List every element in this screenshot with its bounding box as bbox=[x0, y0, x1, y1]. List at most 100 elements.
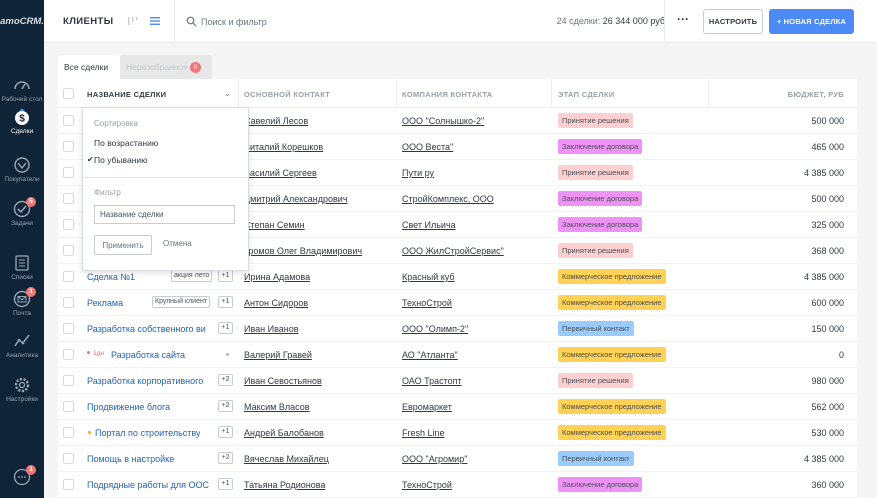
table-row[interactable]: Помощь в настройке +2 Вячеслав Михайлец ООО… bbox=[58, 446, 857, 472]
stage-badge[interactable]: Коммерческое предложение bbox=[558, 269, 666, 284]
company-link[interactable]: Пути ру bbox=[402, 168, 434, 178]
deal-tag[interactable]: Крупный клиент bbox=[152, 296, 211, 308]
company-link[interactable]: ОАО Трастопт bbox=[402, 376, 462, 386]
contact-link[interactable]: Савелий Лесов bbox=[244, 116, 308, 126]
stage-badge[interactable]: Заключение договора bbox=[558, 191, 643, 206]
row-checkbox[interactable] bbox=[63, 167, 74, 178]
stage-badge[interactable]: Принятие решения bbox=[558, 373, 633, 388]
sidebar-item-7[interactable]: Настройки bbox=[0, 376, 44, 404]
more-menu-button[interactable]: ··· bbox=[677, 12, 689, 26]
company-link[interactable]: ООО Веста" bbox=[402, 142, 453, 152]
more-tags-badge[interactable]: +2 bbox=[218, 374, 233, 386]
company-link[interactable]: АО "Атланта" bbox=[402, 350, 458, 360]
deal-name-link[interactable]: Подрядные работы для ООС bbox=[87, 480, 209, 490]
stage-badge[interactable]: Коммерческое предложение bbox=[558, 399, 666, 414]
sidebar-item-3[interactable]: 5 Задачи bbox=[0, 197, 44, 228]
more-tags-badge[interactable]: +1 bbox=[218, 296, 233, 308]
stage-badge[interactable]: Заключение договора bbox=[558, 139, 643, 154]
tab-all-deals[interactable]: Все сделки bbox=[58, 55, 120, 79]
contact-link[interactable]: Виталий Корешков bbox=[244, 142, 323, 152]
table-row[interactable]: Разработка корпоративного +2 Иван Севостья… bbox=[58, 368, 857, 394]
deal-name-filter-input[interactable] bbox=[94, 205, 235, 224]
tab-unsorted[interactable]: Неразобранное 0 bbox=[120, 55, 212, 79]
deal-name-link[interactable]: Разработка корпоративного bbox=[87, 376, 203, 386]
apply-button[interactable]: Применить bbox=[94, 235, 152, 255]
deal-name-link[interactable]: Портал по строительству bbox=[95, 428, 200, 438]
stage-badge[interactable]: Первичный контакт bbox=[558, 321, 634, 336]
more-tags-badge[interactable]: +2 bbox=[218, 400, 233, 412]
stage-badge[interactable]: Первичный контакт bbox=[558, 451, 634, 466]
table-row[interactable]: Реклама Крупный клиент +1 Антон Сидоров Техн… bbox=[58, 290, 857, 316]
deal-name-link[interactable]: Реклама bbox=[87, 298, 123, 308]
sidebar-item-5[interactable]: 1 Почта bbox=[0, 287, 44, 318]
row-checkbox[interactable] bbox=[63, 115, 74, 126]
cancel-button[interactable]: Отмена bbox=[163, 239, 192, 248]
contact-link[interactable]: Антон Сидоров bbox=[244, 298, 308, 308]
contact-link[interactable]: Ирина Адамова bbox=[244, 272, 310, 282]
contact-link[interactable]: Максим Власов bbox=[244, 402, 310, 412]
stage-badge[interactable]: Коммерческое предложение bbox=[558, 295, 666, 310]
more-tags-badge[interactable]: +1 bbox=[218, 322, 233, 334]
more-tags-badge[interactable]: +1 bbox=[218, 270, 233, 282]
company-link[interactable]: ООО "Агромир" bbox=[402, 454, 467, 464]
company-link[interactable]: Свет Ильича bbox=[402, 220, 456, 230]
column-header-name[interactable]: НАЗВАНИЕ СДЕЛКИ bbox=[87, 90, 166, 99]
deal-tag[interactable]: акция лето bbox=[171, 270, 213, 282]
row-checkbox[interactable] bbox=[63, 453, 74, 464]
company-link[interactable]: Красный куб bbox=[402, 272, 455, 282]
row-checkbox[interactable] bbox=[63, 479, 74, 490]
deal-name-link[interactable]: Сделка №1 bbox=[87, 272, 135, 282]
row-checkbox[interactable] bbox=[63, 245, 74, 256]
stage-badge[interactable]: Принятие решения bbox=[558, 165, 633, 180]
company-link[interactable]: Евромаркет bbox=[402, 402, 452, 412]
row-checkbox[interactable] bbox=[63, 219, 74, 230]
contact-link[interactable]: Дмитрий Александрович bbox=[244, 194, 348, 204]
stage-badge[interactable]: Коммерческое предложение bbox=[558, 347, 666, 362]
app-logo[interactable]: amoCRM. bbox=[0, 0, 44, 42]
more-tags-badge[interactable]: +2 bbox=[218, 452, 233, 464]
row-checkbox[interactable] bbox=[63, 141, 74, 152]
contact-link[interactable]: Иван Севостьянов bbox=[244, 376, 322, 386]
contact-link[interactable]: Татьяна Родионова bbox=[244, 480, 325, 490]
row-checkbox[interactable] bbox=[63, 323, 74, 334]
column-header-budget[interactable]: БЮДЖЕТ, РУБ bbox=[788, 90, 844, 99]
deal-name-link[interactable]: Разработка собственного ви bbox=[87, 324, 206, 334]
contact-link[interactable]: Иван Иванов bbox=[244, 324, 299, 334]
table-row[interactable]: Разработка собственного ви +1 Иван Иванов О… bbox=[58, 316, 857, 342]
column-header-stage[interactable]: ЭТАП СДЕЛКИ bbox=[558, 90, 614, 99]
company-link[interactable]: ООО "Олимп-2" bbox=[402, 324, 468, 334]
more-tags-badge[interactable]: +1 bbox=[218, 478, 233, 490]
new-deal-button[interactable]: + НОВАЯ СДЕЛКА bbox=[769, 9, 854, 34]
contact-link[interactable]: Валерий Гравей bbox=[244, 350, 312, 360]
row-checkbox[interactable] bbox=[63, 401, 74, 412]
pipeline-view-icon[interactable] bbox=[126, 14, 140, 28]
table-row[interactable]: Портал по строительству +1 Андрей Балобано… bbox=[58, 420, 857, 446]
sidebar-item-4[interactable]: Списки bbox=[0, 254, 44, 282]
stage-badge[interactable]: Коммерческое предложение bbox=[558, 425, 666, 440]
column-header-contact[interactable]: ОСНОВНОЙ КОНТАКТ bbox=[244, 90, 330, 99]
deal-name-link[interactable]: Продвижение блога bbox=[87, 402, 170, 412]
table-row[interactable]: 1дн Разработка сайта Валерий Гравей АО "Атл… bbox=[58, 342, 857, 368]
row-checkbox[interactable] bbox=[63, 193, 74, 204]
table-row[interactable]: Продвижение блога +2 Максим Власов Евромарк… bbox=[58, 394, 857, 420]
stage-badge[interactable]: Заключение договора bbox=[558, 217, 643, 232]
row-checkbox[interactable] bbox=[63, 375, 74, 386]
table-row[interactable]: Подрядные работы для ООС +1 Татьяна Родион… bbox=[58, 472, 857, 498]
row-checkbox[interactable] bbox=[63, 297, 74, 308]
list-view-icon[interactable] bbox=[148, 14, 162, 28]
stage-badge[interactable]: Принятие решения bbox=[558, 113, 633, 128]
sidebar-item-2[interactable]: Покупатели bbox=[0, 156, 44, 184]
company-link[interactable]: ТехноСтрой bbox=[402, 298, 452, 308]
contact-link[interactable]: Василий Сергеев bbox=[244, 168, 317, 178]
company-link[interactable]: Fresh Line bbox=[402, 428, 445, 438]
deal-name-link[interactable]: Помощь в настройке bbox=[87, 454, 174, 464]
select-all-checkbox[interactable] bbox=[63, 88, 74, 99]
row-checkbox[interactable] bbox=[63, 271, 74, 282]
contact-link[interactable]: Степан Семин bbox=[244, 220, 305, 230]
row-checkbox[interactable] bbox=[63, 349, 74, 360]
company-link[interactable]: ООО ЖилСтройСервис" bbox=[402, 246, 504, 256]
search-input[interactable] bbox=[201, 15, 401, 29]
sort-descending-option[interactable]: По убыванию bbox=[94, 155, 148, 165]
configure-button[interactable]: НАСТРОИТЬ bbox=[703, 9, 763, 34]
row-checkbox[interactable] bbox=[63, 427, 74, 438]
